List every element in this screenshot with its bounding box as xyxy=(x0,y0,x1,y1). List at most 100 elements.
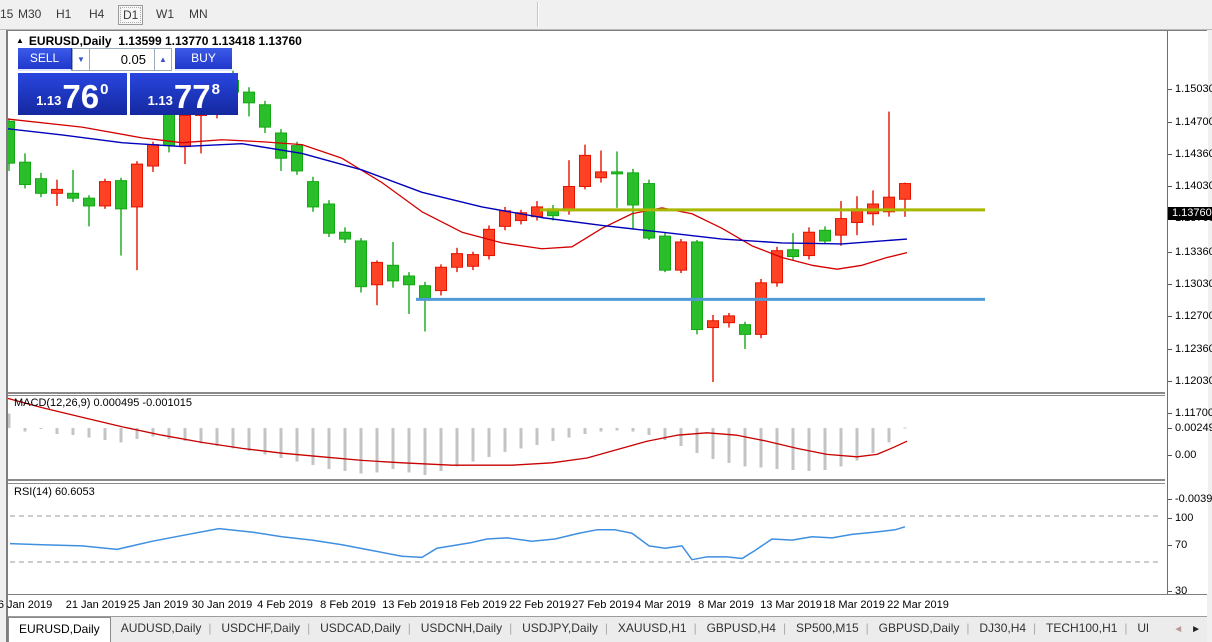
candle xyxy=(692,242,703,330)
rsi-axis-label: 100 xyxy=(1175,512,1193,524)
candle xyxy=(52,189,63,193)
symbol-tab-sp500-m15[interactable]: SP500,M15 xyxy=(786,617,869,642)
candle xyxy=(84,198,95,206)
candle xyxy=(740,325,751,335)
macd-axis-label: -0.003919 xyxy=(1175,493,1212,505)
price-axis-label: 1.12360 xyxy=(1175,343,1212,355)
price-axis[interactable]: 1.150301.147001.143601.140301.137001.133… xyxy=(1167,31,1208,594)
candle xyxy=(324,204,335,233)
price-axis-label: 1.12030 xyxy=(1175,375,1212,387)
timeframe-button-h1[interactable]: H1 xyxy=(52,5,75,23)
volume-increase-button[interactable]: ▲ xyxy=(154,48,172,71)
buy-price-display[interactable]: 1.13 77 8 xyxy=(130,73,239,115)
mt4-terminal: 15M30H1H4D1W1MN ▲EURUSD,Daily 1.13599 1.… xyxy=(0,0,1212,642)
symbol-tab-tech100-h1[interactable]: TECH100,H1 xyxy=(1036,617,1127,642)
candle xyxy=(292,146,303,171)
rsi-indicator-label: RSI(14) 60.6053 xyxy=(14,486,95,498)
candle xyxy=(8,121,15,163)
candle xyxy=(900,184,911,200)
symbol-tab-usdchf-daily[interactable]: USDCHF,Daily xyxy=(211,617,310,642)
timeframe-button-mn[interactable]: MN xyxy=(185,5,212,23)
sell-price-display[interactable]: 1.13 76 0 xyxy=(18,73,127,115)
candle xyxy=(628,173,639,205)
candle xyxy=(356,241,367,287)
candle xyxy=(388,265,399,281)
price-axis-label: 1.15030 xyxy=(1175,83,1212,95)
volume-input[interactable] xyxy=(90,48,154,71)
candle xyxy=(260,105,271,127)
chart-window: ▲EURUSD,Daily 1.13599 1.13770 1.13418 1.… xyxy=(6,30,1207,642)
toolbar-separator xyxy=(537,2,539,27)
tab-scroll-left-icon[interactable]: ◄ xyxy=(1173,624,1183,635)
symbol-tab-ul[interactable]: Ul xyxy=(1127,617,1158,642)
timeframe-toolbar: 15M30H1H4D1W1MN xyxy=(0,0,1212,30)
candle xyxy=(564,186,575,210)
candle xyxy=(340,232,351,239)
price-axis-label: 1.14700 xyxy=(1175,116,1212,128)
price-axis-label: 1.12700 xyxy=(1175,310,1212,322)
macd-axis-label: 0.00 xyxy=(1175,449,1196,461)
date-axis-label: 30 Jan 2019 xyxy=(192,599,253,611)
symbol-tab-bar: EURUSD,DailyAUDUSD,DailyUSDCHF,DailyUSDC… xyxy=(8,616,1207,642)
symbol-tab-gbpusd-daily[interactable]: GBPUSD,Daily xyxy=(869,617,970,642)
date-axis-label: 4 Mar 2019 xyxy=(635,599,691,611)
date-axis-label: 27 Feb 2019 xyxy=(572,599,634,611)
candle xyxy=(756,283,767,335)
candle xyxy=(452,254,463,268)
price-axis-label: 1.13360 xyxy=(1175,246,1212,258)
candle xyxy=(36,179,47,194)
candle xyxy=(244,92,255,103)
candle xyxy=(580,155,591,186)
current-price-label: 1.13760 xyxy=(1168,207,1212,220)
candle xyxy=(68,193,79,198)
candle xyxy=(436,267,447,290)
symbol-tab-gbpusd-h4[interactable]: GBPUSD,H4 xyxy=(697,617,786,642)
candle xyxy=(372,262,383,284)
macd-indicator-label: MACD(12,26,9) 0.000495 -0.001015 xyxy=(14,397,192,409)
sell-price-pips: 76 xyxy=(62,82,99,112)
sell-button[interactable]: SELL xyxy=(18,48,72,71)
tab-scroll-right-icon[interactable]: ► xyxy=(1191,624,1201,635)
symbol-tab-xauusd-h1[interactable]: XAUUSD,H1 xyxy=(608,617,697,642)
date-axis-label: 22 Feb 2019 xyxy=(509,599,571,611)
buy-price-point: 8 xyxy=(212,81,220,98)
candle xyxy=(836,219,847,236)
buy-price-prefix: 1.13 xyxy=(148,93,173,108)
candle xyxy=(468,255,479,267)
candle xyxy=(724,316,735,323)
timeframe-button-h4[interactable]: H4 xyxy=(85,5,108,23)
rsi-axis-label: 70 xyxy=(1175,539,1187,551)
rsi-pane[interactable] xyxy=(8,484,1165,593)
volume-decrease-button[interactable]: ▼ xyxy=(72,48,90,71)
symbol-tab-dj30-h4[interactable]: DJ30,H4 xyxy=(969,617,1036,642)
candle xyxy=(116,181,127,209)
date-axis-label: 13 Mar 2019 xyxy=(760,599,822,611)
candle xyxy=(100,182,111,206)
symbol-tab-eurusd-daily[interactable]: EURUSD,Daily xyxy=(8,617,111,642)
timeframe-button-w1[interactable]: W1 xyxy=(152,5,178,23)
candle xyxy=(788,250,799,257)
symbol-tab-audusd-daily[interactable]: AUDUSD,Daily xyxy=(111,617,212,642)
date-axis[interactable]: 16 Jan 201921 Jan 201925 Jan 201930 Jan … xyxy=(8,594,1207,617)
candle xyxy=(596,172,607,178)
price-axis-label: 1.11700 xyxy=(1175,407,1212,419)
buy-button[interactable]: BUY xyxy=(175,48,232,71)
sell-price-point: 0 xyxy=(100,81,108,98)
timeframe-button-d1[interactable]: D1 xyxy=(118,5,143,25)
date-axis-label: 4 Feb 2019 xyxy=(257,599,313,611)
date-axis-label: 13 Feb 2019 xyxy=(382,599,444,611)
symbol-tab-usdjpy-daily[interactable]: USDJPY,Daily xyxy=(512,617,608,642)
candle xyxy=(276,133,287,158)
symbol-tab-usdcad-daily[interactable]: USDCAD,Daily xyxy=(310,617,411,642)
symbol-tab-usdcnh-daily[interactable]: USDCNH,Daily xyxy=(411,617,512,642)
candle xyxy=(820,230,831,241)
date-axis-label: 16 Jan 2019 xyxy=(0,599,52,611)
candle xyxy=(20,162,31,184)
candle xyxy=(308,182,319,207)
candle xyxy=(660,236,671,270)
candle xyxy=(708,321,719,328)
date-axis-label: 21 Jan 2019 xyxy=(66,599,127,611)
candle xyxy=(148,145,159,166)
sell-price-prefix: 1.13 xyxy=(36,93,61,108)
timeframe-button-m30[interactable]: M30 xyxy=(14,5,45,23)
